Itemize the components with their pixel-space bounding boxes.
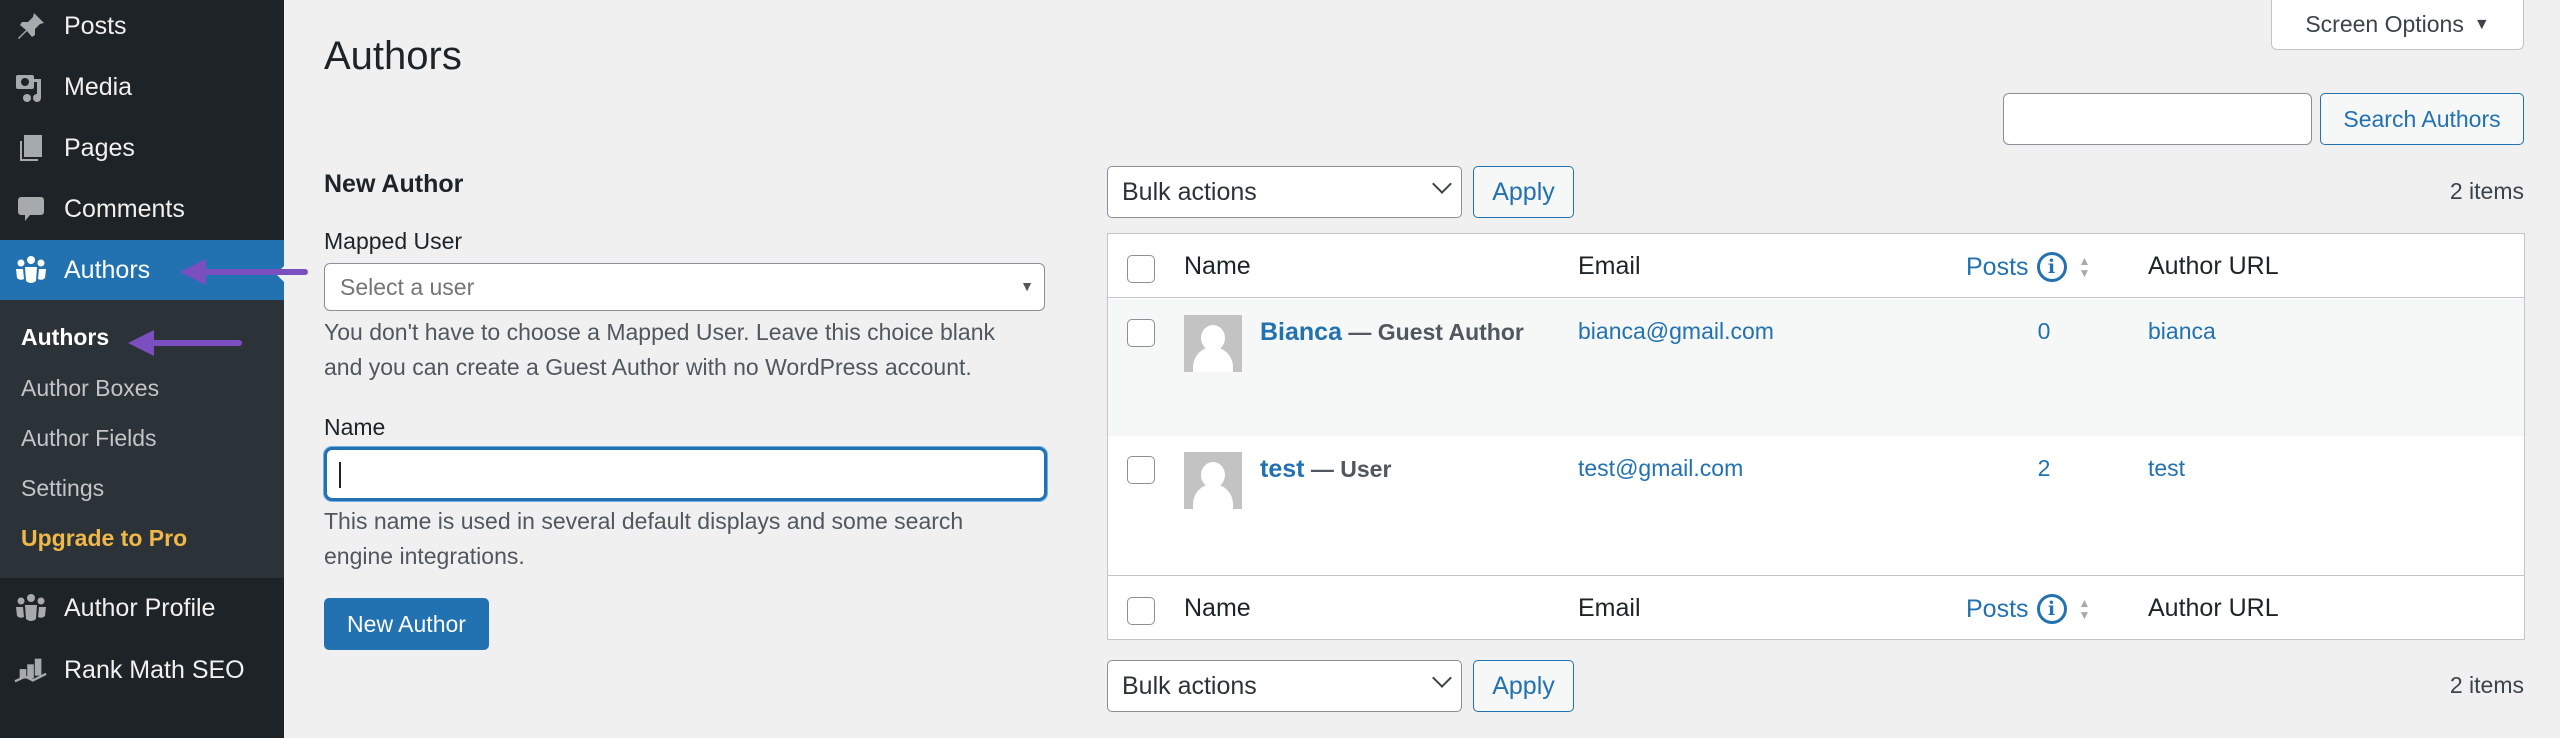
author-url-link[interactable]: bianca <box>2148 318 2216 345</box>
mapped-user-placeholder: Select a user <box>340 273 475 300</box>
new-author-heading: New Author <box>324 170 464 198</box>
submenu-item-author-fields[interactable]: Author Fields <box>21 425 157 452</box>
rank-math-icon <box>14 653 48 687</box>
mapped-user-select[interactable]: Select a user ▼ <box>324 263 1045 311</box>
avatar <box>1184 315 1242 372</box>
avatar <box>1184 452 1242 509</box>
column-header-email: Email <box>1578 252 1641 280</box>
row-checkbox[interactable] <box>1127 456 1155 484</box>
name-label: Name <box>324 414 386 440</box>
info-icon[interactable]: i <box>2036 594 2067 624</box>
mapped-user-desc-line-1: You don't have to choose a Mapped User. … <box>324 319 995 345</box>
submenu-item-authors[interactable]: Authors <box>21 324 109 351</box>
column-header-name: Name <box>1184 252 1251 280</box>
items-count-top: 2 items <box>2449 178 2524 204</box>
authors-icon <box>14 253 48 287</box>
row-checkbox[interactable] <box>1127 319 1155 347</box>
chevron-down-icon <box>1432 174 1452 194</box>
info-icon[interactable]: i <box>2036 252 2067 282</box>
table-row: test — User test@gmail.com 2 test <box>1108 436 2524 573</box>
search-authors-input[interactable] <box>2003 93 2312 145</box>
bulk-actions-label: Bulk actions <box>1122 671 1257 700</box>
annotation-arrow-authors-menu <box>180 259 308 285</box>
dropdown-arrow-icon: ▼ <box>1020 278 1034 294</box>
name-description: This name is used in several default dis… <box>324 504 1064 574</box>
posts-header-label: Posts <box>1966 252 2029 281</box>
select-all-checkbox[interactable] <box>1127 255 1155 283</box>
submenu-item-upgrade-to-pro[interactable]: Upgrade to Pro <box>21 525 187 552</box>
column-footer-posts[interactable]: Posts i ▲ ▼ <box>1966 594 2090 624</box>
author-url-link[interactable]: test <box>2148 455 2185 482</box>
apply-button-bottom[interactable]: Apply <box>1473 660 1574 712</box>
sort-icon[interactable]: ▲ ▼ <box>2079 255 2091 279</box>
menu-item-posts[interactable]: Posts <box>0 0 284 56</box>
mapped-user-label: Mapped User <box>324 228 463 254</box>
search-authors-button[interactable]: Search Authors <box>2320 93 2524 145</box>
select-all-checkbox-footer[interactable] <box>1127 597 1155 625</box>
mapped-user-description: You don't have to choose a Mapped User. … <box>324 315 1064 385</box>
menu-item-media[interactable]: Media <box>0 57 284 117</box>
bulk-actions-select-top[interactable]: Bulk actions <box>1107 166 1462 218</box>
column-footer-author-url: Author URL <box>2148 594 2279 622</box>
author-email-link[interactable]: bianca@gmail.com <box>1578 318 1774 345</box>
items-count-bottom: 2 items <box>2449 672 2524 698</box>
author-profile-icon <box>14 591 48 625</box>
screen-options-label: Screen Options <box>2305 11 2464 37</box>
pushpin-icon <box>14 9 48 43</box>
chevron-down-icon <box>1432 668 1452 688</box>
comments-icon <box>14 192 48 226</box>
apply-button-top[interactable]: Apply <box>1473 166 1574 218</box>
author-role: — Guest Author <box>1348 319 1524 345</box>
table-row: Bianca — Guest Author bianca@gmail.com 0… <box>1108 299 2524 436</box>
menu-item-rank-math-seo[interactable]: Rank Math SEO <box>0 640 284 700</box>
mapped-user-desc-line-2: and you can create a Guest Author with n… <box>324 354 972 380</box>
author-name-link[interactable]: Bianca <box>1260 318 1342 346</box>
menu-item-author-profile[interactable]: Author Profile <box>0 578 284 638</box>
table-header: Name Email Posts i ▲ ▼ Author URL <box>1108 234 2524 298</box>
menu-item-pages[interactable]: Pages <box>0 118 284 178</box>
column-footer-email: Email <box>1578 594 1641 622</box>
name-desc-line-1: This name is used in several default dis… <box>324 508 964 534</box>
menu-item-comments[interactable]: Comments <box>0 179 284 239</box>
author-email-link[interactable]: test@gmail.com <box>1578 455 1743 482</box>
author-posts-count[interactable]: 0 <box>2034 318 2054 345</box>
sort-icon[interactable]: ▲ ▼ <box>2079 597 2091 621</box>
column-footer-name: Name <box>1184 594 1251 622</box>
name-desc-line-2: engine integrations. <box>324 543 525 569</box>
posts-footer-label: Posts <box>1966 594 2029 623</box>
screen-options-button[interactable]: Screen Options ▼ <box>2271 0 2524 50</box>
bulk-actions-label: Bulk actions <box>1122 177 1257 206</box>
authors-table: Name Email Posts i ▲ ▼ Author URL Bianca … <box>1107 233 2525 640</box>
caret-down-icon: ▼ <box>2473 15 2490 33</box>
page-title: Authors <box>324 34 462 78</box>
submenu-item-settings[interactable]: Settings <box>21 475 104 502</box>
name-input[interactable] <box>324 447 1047 501</box>
author-name-link[interactable]: test <box>1260 455 1304 483</box>
bulk-actions-select-bottom[interactable]: Bulk actions <box>1107 660 1462 712</box>
author-role: — User <box>1310 456 1392 482</box>
new-author-button[interactable]: New Author <box>324 598 489 650</box>
submenu-item-author-boxes[interactable]: Author Boxes <box>21 375 159 402</box>
table-footer: Name Email Posts i ▲ ▼ Author URL <box>1108 575 2524 639</box>
media-icon <box>14 70 48 104</box>
pages-icon <box>14 131 48 165</box>
column-header-posts[interactable]: Posts i ▲ ▼ <box>1966 252 2090 282</box>
annotation-arrow-authors-submenu <box>128 330 242 356</box>
column-header-author-url: Author URL <box>2148 252 2279 280</box>
author-posts-count[interactable]: 2 <box>2034 455 2054 482</box>
text-cursor <box>339 462 341 488</box>
admin-sidebar: Posts Media Pages Comments Authors Autho… <box>0 0 284 738</box>
